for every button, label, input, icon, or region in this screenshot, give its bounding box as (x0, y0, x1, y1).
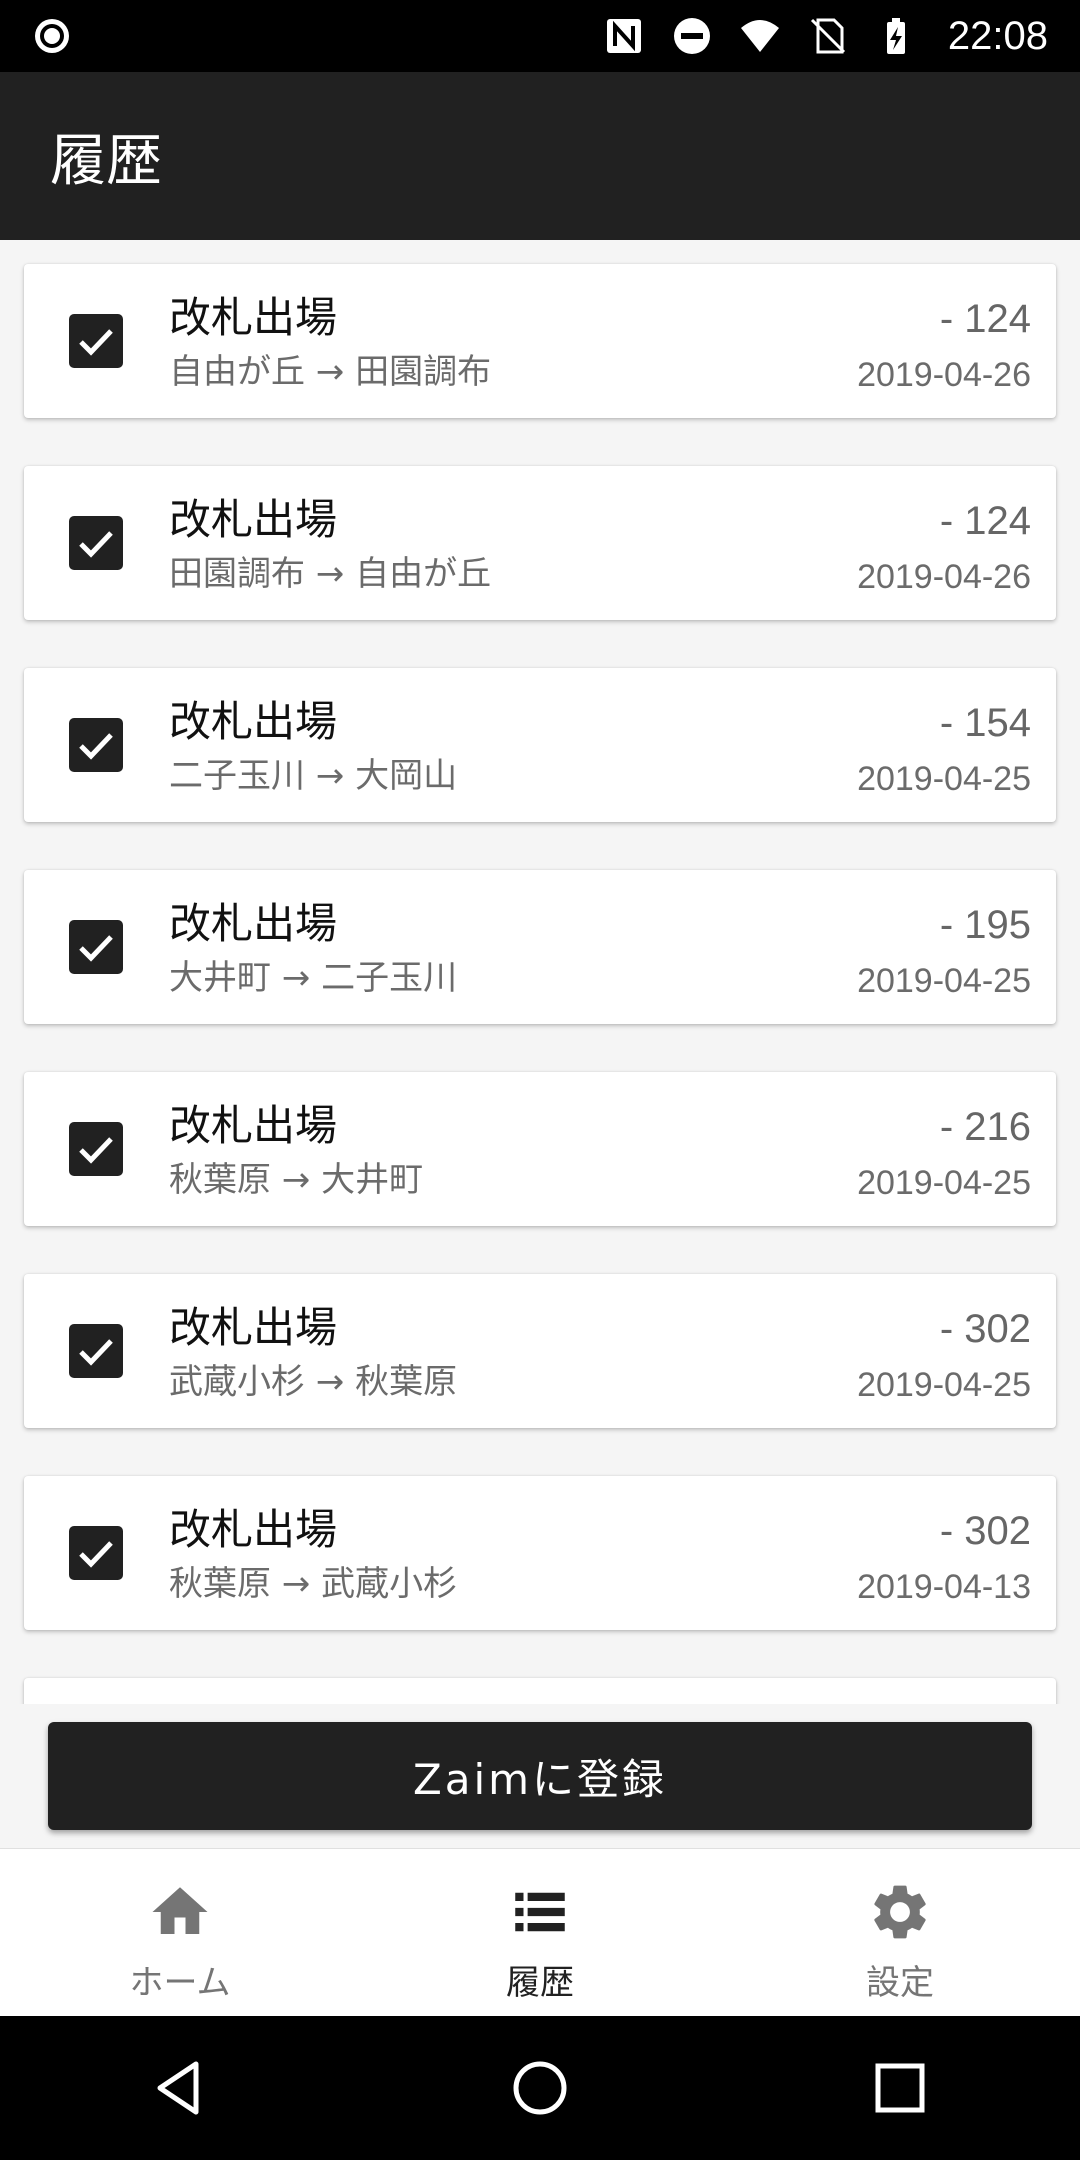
status-bar: 22:08 (0, 0, 1080, 72)
history-item-title: 改札出場 (169, 293, 338, 342)
check-icon (79, 935, 113, 962)
history-item-checkbox[interactable] (69, 516, 123, 570)
history-item-date: 2019-04-13 (857, 1568, 1031, 1606)
history-item-amount: - 154 (939, 701, 1031, 745)
app-bar: 履歴 (0, 72, 1080, 240)
history-item-title: 改札出場 (169, 899, 338, 948)
check-icon (79, 329, 113, 356)
list-icon (515, 1892, 565, 1932)
check-icon (79, 531, 113, 558)
system-home-button[interactable] (360, 2016, 720, 2160)
history-item-date: 2019-04-25 (857, 1164, 1031, 1202)
wifi-icon (740, 20, 779, 52)
bottom-navigation: ホーム 履歴 設定 (0, 1848, 1080, 2016)
history-item-amount: - 124 (939, 499, 1031, 543)
history-item-title: 改札出場 (169, 495, 338, 544)
nav-item-history[interactable]: 履歴 (360, 1849, 720, 2016)
gear-icon (874, 1885, 926, 1939)
check-icon (79, 1137, 113, 1164)
nav-item-settings[interactable]: 設定 (720, 1849, 1080, 2016)
history-item-route: 秋葉原 → 武蔵小杉 (169, 1564, 458, 1604)
history-item-amount: - 216 (939, 1105, 1031, 1149)
history-item-amount: - 195 (939, 903, 1031, 947)
system-recents-button[interactable] (720, 2016, 1080, 2160)
history-item-checkbox[interactable] (69, 1122, 123, 1176)
history-item-title: 改札出場 (169, 1505, 338, 1554)
history-item-checkbox[interactable] (69, 1526, 123, 1580)
history-item-date: 2019-04-25 (857, 1366, 1031, 1404)
history-item-title: 改札出場 (169, 1303, 338, 1352)
history-item-date: 2019-04-25 (857, 760, 1031, 798)
register-zaim-button[interactable]: Zaimに登録 (48, 1722, 1032, 1830)
recents-icon (875, 2063, 925, 2113)
history-item-route: 秋葉原 → 大井町 (169, 1160, 424, 1200)
history-item[interactable]: 改札出場 秋葉原 → 武蔵小杉 - 302 2019-04-13 (24, 1476, 1056, 1630)
battery-charging-icon (886, 18, 905, 54)
history-item-date: 2019-04-26 (857, 558, 1031, 596)
nfc-icon (606, 19, 641, 53)
history-item-date: 2019-04-26 (857, 356, 1031, 394)
history-item-partial[interactable] (24, 1678, 1056, 1704)
history-item[interactable]: 改札出場 田園調布 → 自由が丘 - 124 2019-04-26 (24, 466, 1056, 620)
check-icon (79, 1541, 113, 1568)
home-icon (152, 1887, 208, 1934)
check-icon (79, 1339, 113, 1366)
history-item-amount: - 124 (939, 297, 1031, 341)
history-item[interactable]: 改札出場 大井町 → 二子玉川 - 195 2019-04-25 (24, 870, 1056, 1024)
record-icon (35, 19, 69, 53)
home-circle-icon (513, 2061, 567, 2115)
nav-item-label: ホーム (129, 1963, 231, 2003)
history-item[interactable]: 改札出場 自由が丘 → 田園調布 - 124 2019-04-26 (24, 264, 1056, 418)
history-item-route: 田園調布 → 自由が丘 (169, 554, 492, 594)
history-item-route: 自由が丘 → 田園調布 (169, 352, 492, 392)
no-sim-icon (810, 18, 845, 54)
history-item[interactable]: 改札出場 秋葉原 → 大井町 - 216 2019-04-25 (24, 1072, 1056, 1226)
do-not-disturb-icon (673, 18, 710, 54)
history-item-checkbox[interactable] (69, 314, 123, 368)
history-item-route: 二子玉川 → 大岡山 (169, 756, 458, 796)
nav-item-label: 履歴 (506, 1963, 574, 2003)
history-item-checkbox[interactable] (69, 920, 123, 974)
history-list[interactable]: 改札出場 自由が丘 → 田園調布 - 124 2019-04-26 改札出場 田… (0, 240, 1080, 1704)
history-item-title: 改札出場 (169, 1101, 338, 1150)
history-item[interactable]: 改札出場 二子玉川 → 大岡山 - 154 2019-04-25 (24, 668, 1056, 822)
history-item-checkbox[interactable] (69, 718, 123, 772)
back-icon (157, 2061, 199, 2115)
system-back-button[interactable] (0, 2016, 360, 2160)
nav-item-home[interactable]: ホーム (0, 1849, 360, 2016)
history-item-amount: - 302 (939, 1307, 1031, 1351)
history-item-date: 2019-04-25 (857, 962, 1031, 1000)
status-time: 22:08 (947, 13, 1048, 58)
history-item[interactable]: 改札出場 武蔵小杉 → 秋葉原 - 302 2019-04-25 (24, 1274, 1056, 1428)
page-title: 履歴 (50, 128, 162, 194)
history-item-amount: - 302 (939, 1509, 1031, 1553)
history-item-title: 改札出場 (169, 697, 338, 746)
history-item-checkbox[interactable] (69, 1324, 123, 1378)
check-icon (79, 733, 113, 760)
history-item-route: 大井町 → 二子玉川 (169, 958, 458, 998)
system-navigation-bar (0, 2016, 1080, 2160)
history-item-route: 武蔵小杉 → 秋葉原 (169, 1362, 458, 1402)
nav-item-label: 設定 (866, 1963, 934, 2003)
